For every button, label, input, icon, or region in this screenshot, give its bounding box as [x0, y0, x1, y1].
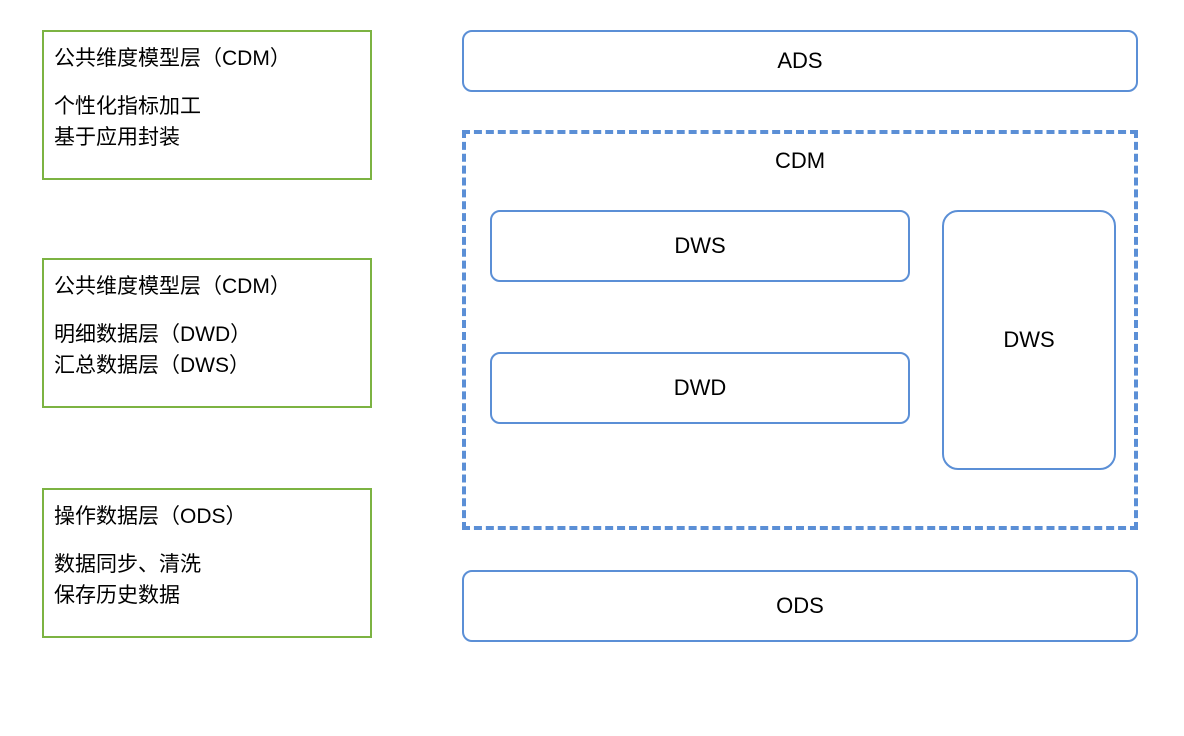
layer-box-dwd: DWD: [490, 352, 910, 424]
box-line: 基于应用封装: [54, 123, 360, 153]
box-title: 公共维度模型层（CDM）: [54, 272, 360, 302]
layer-label: DWS: [674, 233, 725, 259]
layer-box-dws-vertical: DWS: [942, 210, 1116, 470]
layer-label: ODS: [776, 593, 824, 619]
layer-box-ads: ADS: [462, 30, 1138, 92]
layer-box-dws-horizontal: DWS: [490, 210, 910, 282]
cdm-container-title: CDM: [466, 148, 1134, 174]
box-line: 汇总数据层（DWS）: [54, 351, 360, 381]
layer-label: ADS: [777, 48, 822, 74]
description-box-ods: 操作数据层（ODS） 数据同步、清洗 保存历史数据: [42, 488, 372, 638]
description-box-cdm-top: 公共维度模型层（CDM） 个性化指标加工 基于应用封装: [42, 30, 372, 180]
box-line: 数据同步、清洗: [54, 550, 360, 580]
box-title: 公共维度模型层（CDM）: [54, 44, 360, 74]
box-line: 个性化指标加工: [54, 92, 360, 122]
box-line: 明细数据层（DWD）: [54, 320, 360, 350]
description-box-cdm-mid: 公共维度模型层（CDM） 明细数据层（DWD） 汇总数据层（DWS）: [42, 258, 372, 408]
box-line: 保存历史数据: [54, 581, 360, 611]
box-title: 操作数据层（ODS）: [54, 502, 360, 532]
layer-box-ods: ODS: [462, 570, 1138, 642]
layer-label: DWS: [1003, 327, 1054, 353]
layer-label: DWD: [674, 375, 727, 401]
